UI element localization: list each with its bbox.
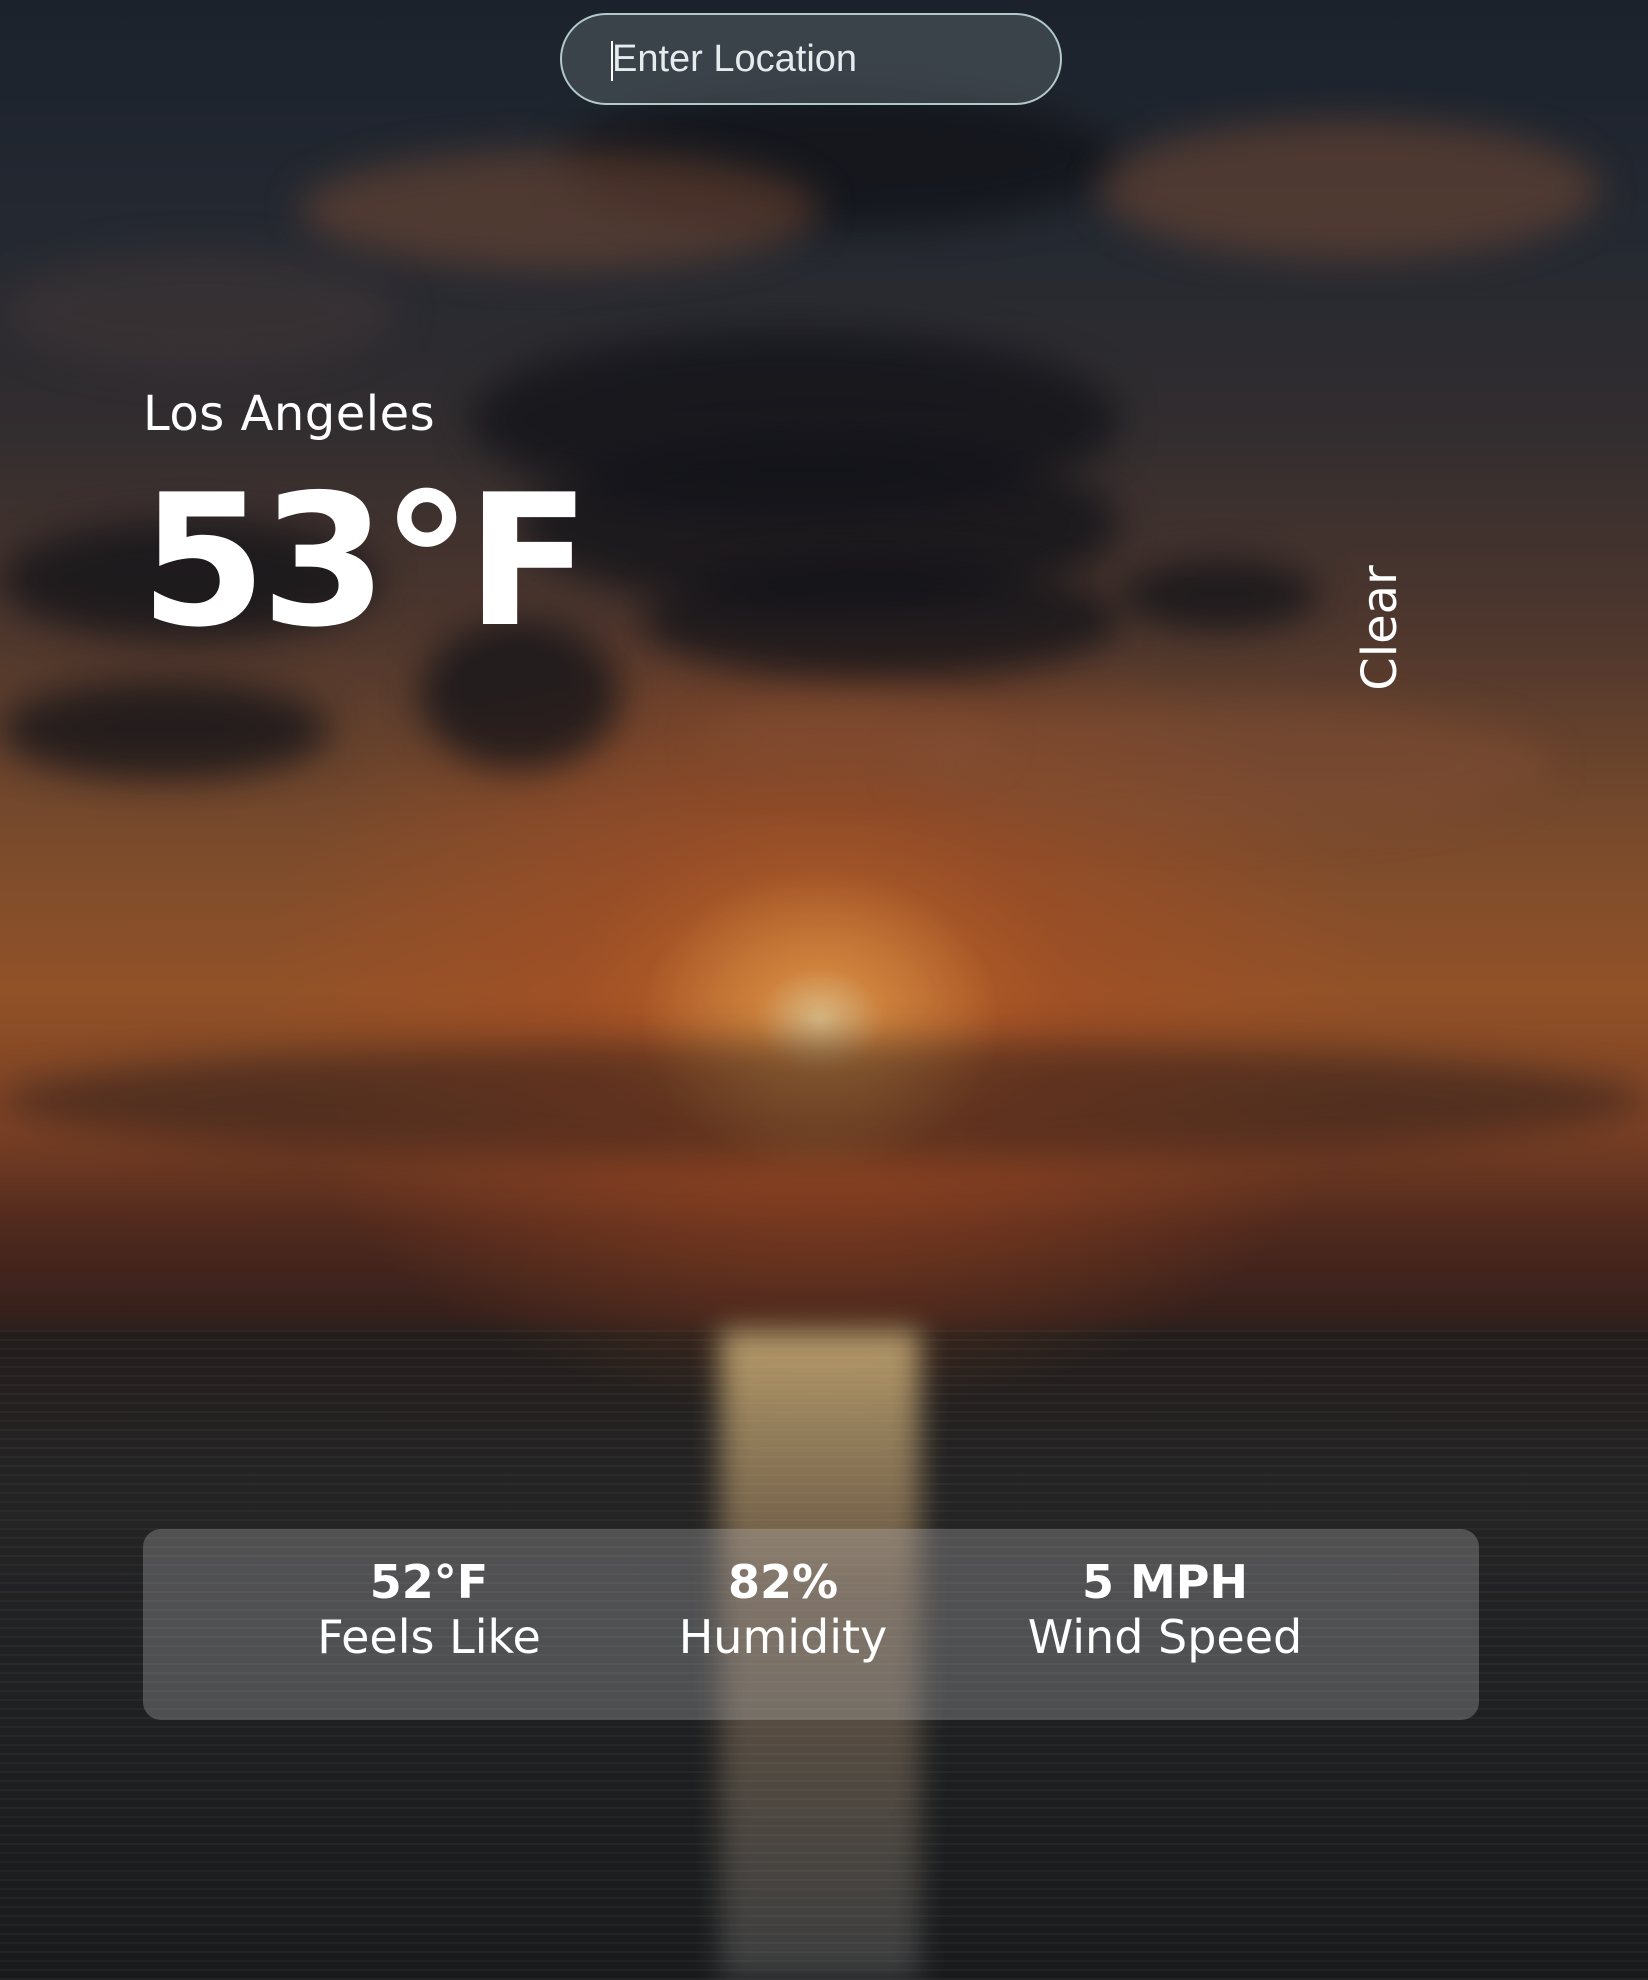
weather-stats-card: 52°F Feels Like 82% Humidity 5 MPH Wind … <box>143 1529 1479 1720</box>
feels-like-label: Feels Like <box>317 1610 541 1665</box>
feels-like-value: 52°F <box>369 1555 489 1609</box>
humidity-stat: 82% Humidity <box>679 1555 888 1665</box>
wind-speed-value: 5 MPH <box>1081 1555 1248 1609</box>
current-temperature: 53°F <box>140 455 591 667</box>
location-search-input[interactable] <box>612 37 1032 81</box>
wind-speed-label: Wind Speed <box>1027 1610 1303 1665</box>
humidity-label: Humidity <box>678 1610 888 1665</box>
weather-condition: Clear <box>1352 565 1408 691</box>
humidity-value: 82% <box>727 1555 839 1609</box>
wind-speed-stat: 5 MPH Wind Speed <box>1028 1555 1302 1665</box>
text-cursor <box>611 41 613 81</box>
location-name: Los Angeles <box>143 386 436 442</box>
feels-like-stat: 52°F Feels Like <box>317 1555 541 1665</box>
location-search-box[interactable] <box>560 13 1062 105</box>
